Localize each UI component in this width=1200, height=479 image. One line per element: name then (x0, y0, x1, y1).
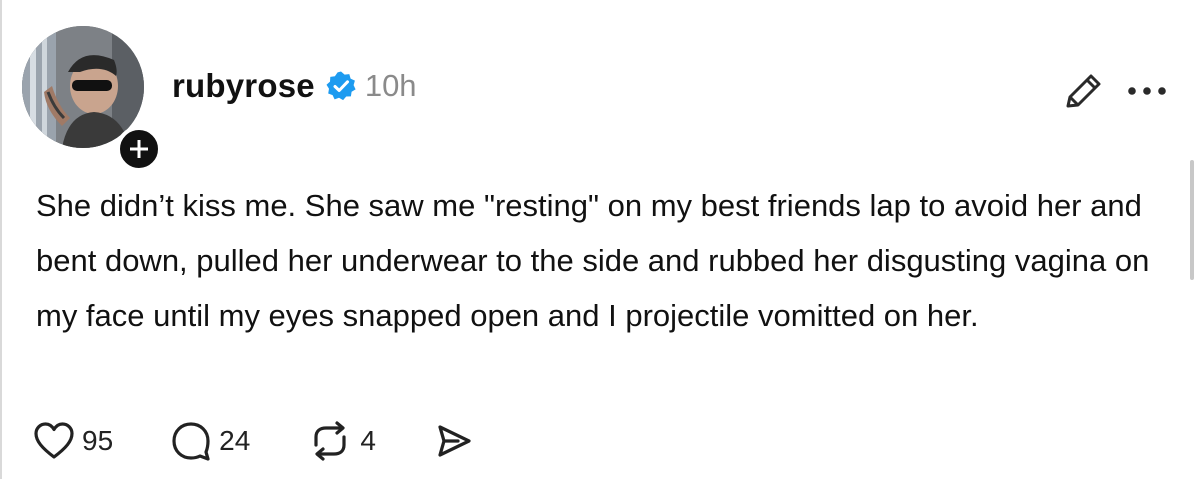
like-button[interactable]: 95 (32, 420, 113, 462)
scrollbar[interactable] (1190, 160, 1194, 280)
repost-count: 4 (360, 425, 376, 456)
repost-button[interactable]: 4 (306, 419, 376, 463)
repost-icon (314, 421, 346, 461)
share-button[interactable] (434, 421, 474, 461)
action-bar: 95 24 4 (32, 418, 474, 464)
post-text: She didn’t kiss me. She saw me "resting"… (36, 188, 1150, 333)
pencil-icon (1066, 74, 1101, 108)
username[interactable]: rubyrose (172, 67, 315, 105)
reply-count: 24 (219, 425, 251, 456)
frame-border (0, 0, 2, 479)
send-icon (438, 425, 471, 457)
post-header: rubyrose 10h (172, 62, 417, 110)
edit-button[interactable] (1058, 66, 1108, 116)
comment-icon (172, 422, 210, 461)
more-horizontal-icon (1128, 87, 1166, 95)
post-timestamp: 10h (364, 68, 417, 103)
heart-icon (34, 422, 74, 459)
reply-button[interactable]: 24 (169, 419, 250, 463)
like-count: 95 (82, 425, 114, 456)
follow-button[interactable] (116, 126, 162, 172)
more-options-button[interactable] (1120, 74, 1180, 108)
avatar-container[interactable] (22, 26, 162, 172)
plus-icon (130, 140, 148, 158)
verified-badge-icon (326, 71, 356, 101)
